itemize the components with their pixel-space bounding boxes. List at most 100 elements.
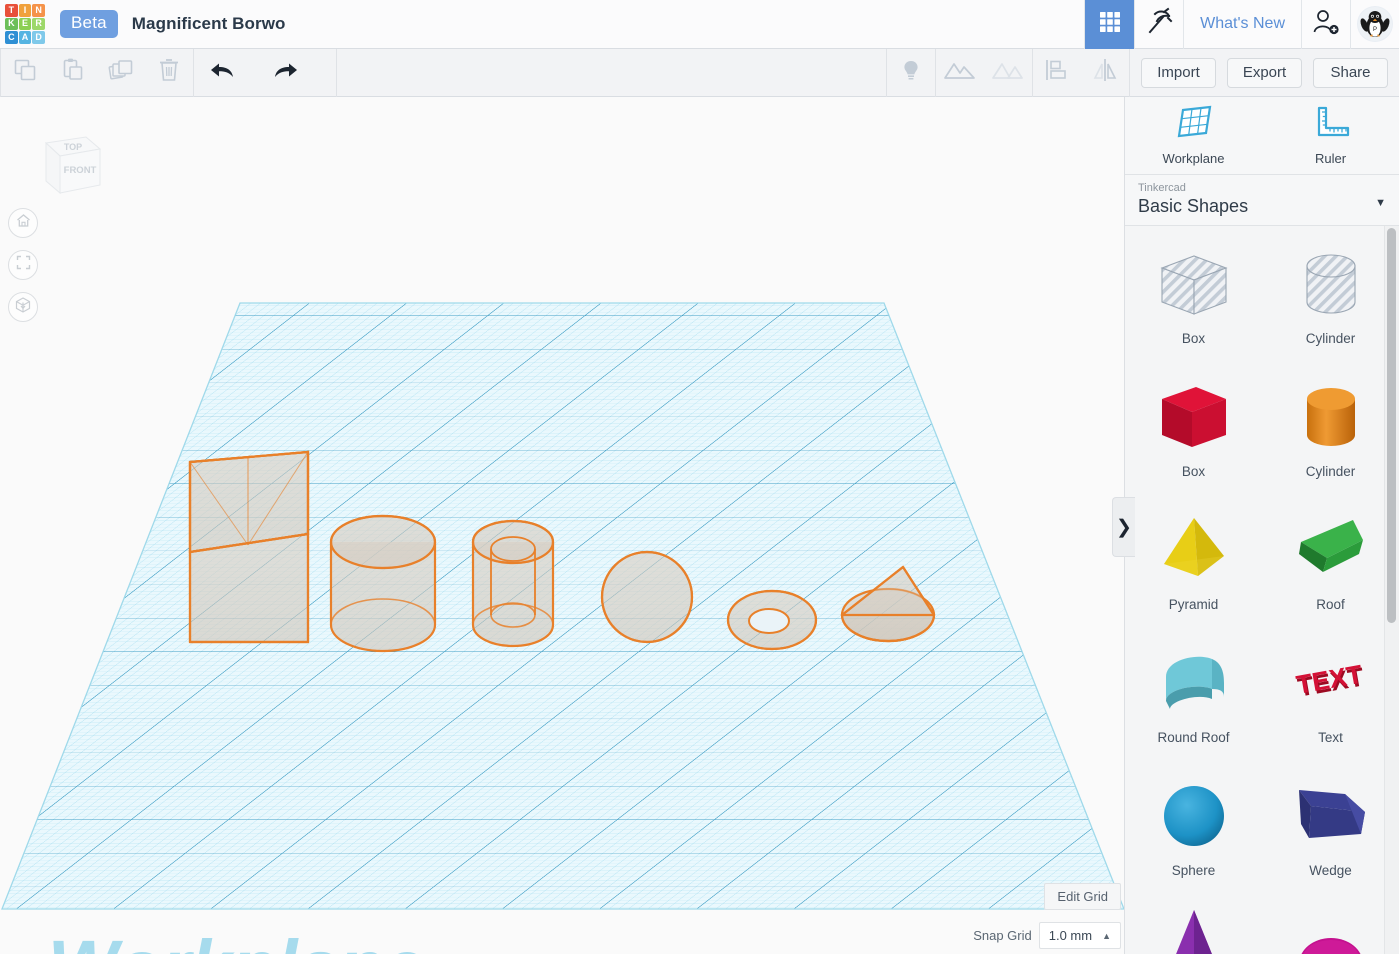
shape-pyramid[interactable]: Pyramid [1125,497,1262,630]
roof-icon [1285,505,1377,595]
shape-wedge[interactable]: Wedge [1262,763,1399,896]
chevron-right-icon: ❯ [1116,516,1132,538]
toolbar-divider [1129,48,1130,97]
box-solid-icon [1148,372,1240,462]
align-button[interactable] [1033,49,1081,97]
lightbulb-icon [898,57,924,88]
chevron-down-icon: ▼ [1375,197,1386,209]
panel-scrollbar-thumb[interactable] [1387,228,1396,623]
share-label: Share [1330,64,1371,81]
text-icon: TEXT TEXT [1285,638,1377,728]
view-cube[interactable]: TOP FRONT [28,123,104,205]
shape-dome-partial[interactable] [1262,896,1399,954]
workplane-tool[interactable]: Workplane [1125,97,1262,174]
shape-cylinder-hole[interactable]: Cylinder [1262,231,1399,364]
user-avatar-button[interactable]: P [1350,0,1399,49]
copy-button[interactable] [1,49,49,97]
penguin-avatar-icon: P [1358,7,1392,41]
document-title[interactable]: Magnificent Borwo [132,14,286,34]
shape-label: Round Roof [1157,730,1230,745]
shape-roof[interactable]: Roof [1262,497,1399,630]
workplane-surface [1,302,1124,910]
cylinder-hole-icon [1285,239,1377,329]
mirror-icon [1090,57,1120,88]
shape-label: Box [1181,331,1206,346]
ruler-tool[interactable]: Ruler [1262,97,1399,174]
paste-button[interactable] [49,49,97,97]
duplicate-button[interactable] [97,49,145,97]
tube-object [471,519,555,648]
shape-box-hole[interactable]: Box [1125,231,1262,364]
lightbulb-button[interactable] [887,49,935,97]
undo-button[interactable] [198,49,246,97]
3d-canvas[interactable]: Workplane [0,97,1124,954]
export-label: Export [1242,64,1287,81]
snap-grid-select[interactable]: 1.0 mm ▲ [1038,922,1121,949]
edit-grid-button[interactable]: Edit Grid [1044,883,1121,910]
workplane-watermark: Workplane [48,925,425,954]
redo-button[interactable] [262,49,310,97]
svg-text:P: P [1373,27,1377,33]
whats-new-button[interactable]: What's New [1183,0,1301,49]
library-kicker: Tinkercad [1138,182,1186,194]
delete-button[interactable] [145,49,193,97]
invite-people-button[interactable] [1301,0,1350,49]
shape-cylinder-solid[interactable]: Cylinder [1262,364,1399,497]
logo-tile: N [32,4,45,17]
shape-library-selector[interactable]: Tinkercad Basic Shapes ▼ [1125,175,1399,226]
orthographic-toggle-button[interactable] [8,292,38,322]
ungroup-mountains-icon [991,57,1025,88]
ungroup-button[interactable] [984,49,1032,97]
fit-frame-icon [15,254,32,276]
share-button[interactable]: Share [1313,57,1388,88]
shape-label: Cylinder [1305,331,1356,346]
shape-box-solid[interactable]: Box [1125,364,1262,497]
tinkercad-logo[interactable]: T I N K E R C A D [3,2,47,46]
clipboard-icon [59,56,87,89]
workplane-scene: Workplane [1,302,1124,954]
home-icon [15,212,32,234]
apps-grid-icon [1098,10,1122,39]
collapse-panel-button[interactable]: ❯ [1112,497,1135,557]
ruler-tool-label: Ruler [1314,151,1347,166]
whats-new-label: What's New [1200,15,1285,32]
pickaxe-icon [1144,7,1174,42]
chevron-up-icon: ▲ [1102,930,1111,941]
shape-label: Roof [1316,597,1345,612]
panel-scroll-track[interactable] [1384,226,1399,954]
sphere-icon [1148,771,1240,861]
logo-tile: A [18,31,32,44]
apps-grid-button[interactable] [1084,0,1135,49]
logo-tile: D [32,31,45,44]
toolbar-divider [336,48,337,97]
viewcube-front-label: FRONT [64,165,97,176]
shape-round-roof[interactable]: Round Roof [1125,630,1262,763]
sphere-object [600,550,694,644]
logo-tile: K [5,17,18,31]
import-button[interactable]: Import [1141,57,1216,88]
redo-arrow-icon [271,55,301,90]
snap-grid-control: Snap Grid 1.0 mm ▲ [973,922,1121,949]
main-toolbar: Import Export Share [0,48,1399,97]
shape-text[interactable]: TEXT TEXT Text [1262,630,1399,763]
shape-sphere[interactable]: Sphere [1125,763,1262,896]
edit-grid-label: Edit Grid [1057,889,1108,904]
logo-tile: C [5,31,18,44]
library-text-group: Tinkercad Basic Shapes [1138,181,1248,217]
home-view-button[interactable] [8,208,38,238]
dome-icon [1285,904,1377,954]
beta-badge: Beta [60,10,118,38]
cylinder-solid-icon [1285,372,1377,462]
fit-view-button[interactable] [8,250,38,280]
export-button[interactable]: Export [1227,57,1302,88]
undo-arrow-icon [207,55,237,90]
minecraft-button[interactable] [1134,0,1183,49]
group-button[interactable] [936,49,984,97]
logo-tile: T [5,4,18,17]
wedge-icon [1285,771,1377,861]
shape-label: Cylinder [1305,464,1356,479]
shape-cone-partial[interactable] [1125,896,1262,954]
mirror-button[interactable] [1081,49,1129,97]
align-icon [1043,57,1071,88]
shape-label: Wedge [1309,863,1352,878]
